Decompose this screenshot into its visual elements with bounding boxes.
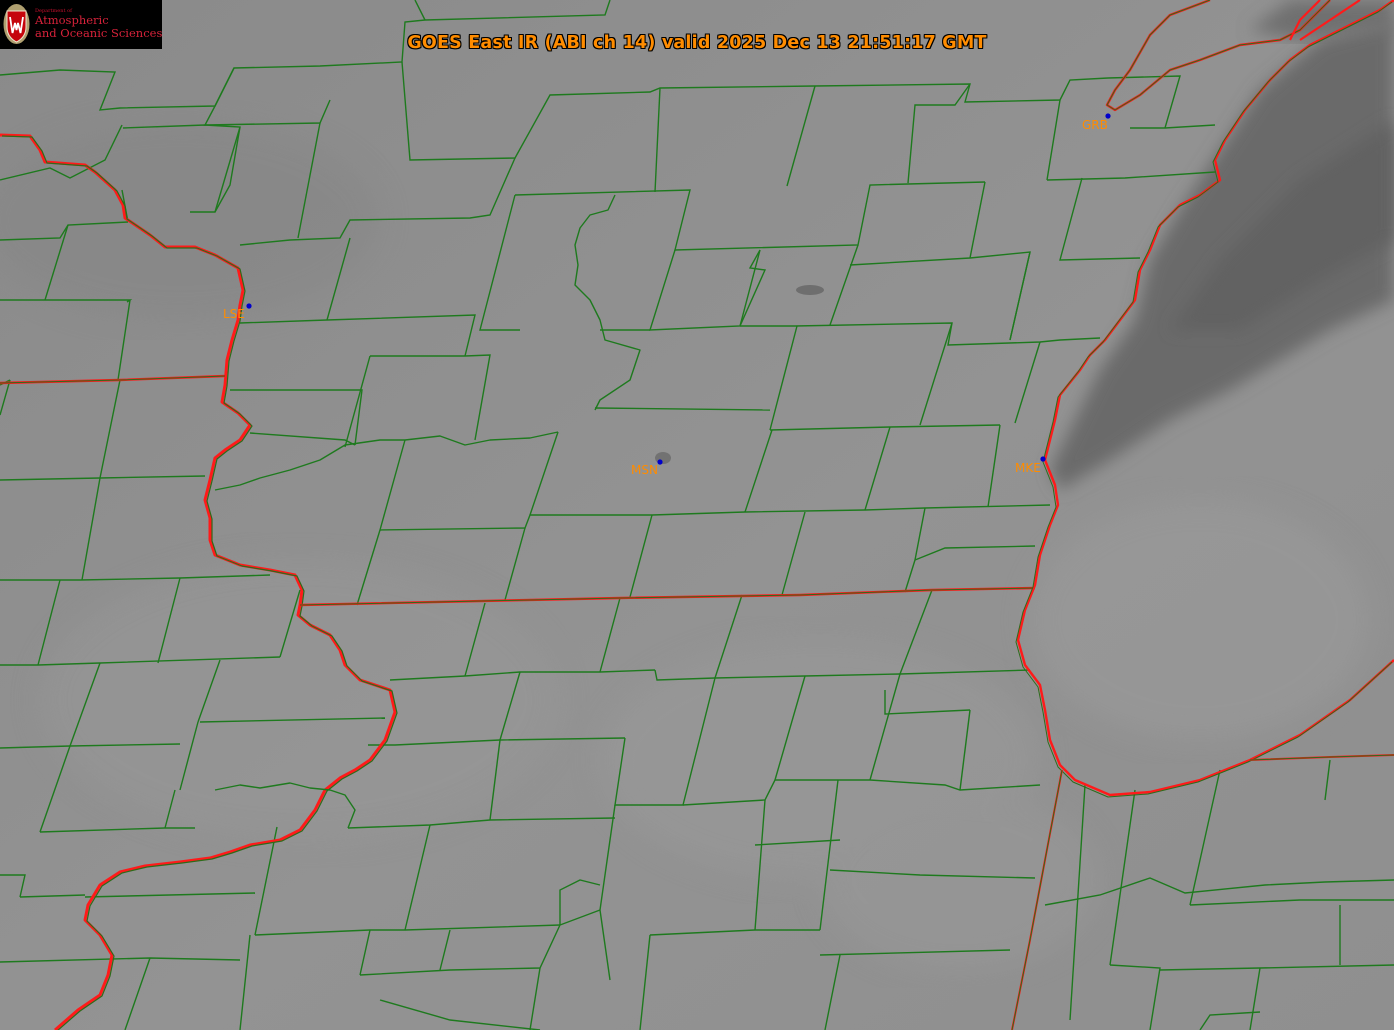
station-dot-mke <box>1040 456 1046 462</box>
logo-line1: Atmospheric <box>35 13 109 27</box>
image-title: GOES East IR (ABI ch 14) valid 2025 Dec … <box>407 33 987 53</box>
station-label-mke: MKE <box>1015 461 1041 475</box>
satellite-ir-map <box>0 0 1394 1030</box>
station-label-lse: LSE <box>223 307 245 321</box>
station-dot-msn <box>657 459 663 465</box>
station-label-grb: GRB <box>1082 118 1108 132</box>
station-dot-lse <box>246 303 252 309</box>
station-label-msn: MSN <box>631 463 658 477</box>
